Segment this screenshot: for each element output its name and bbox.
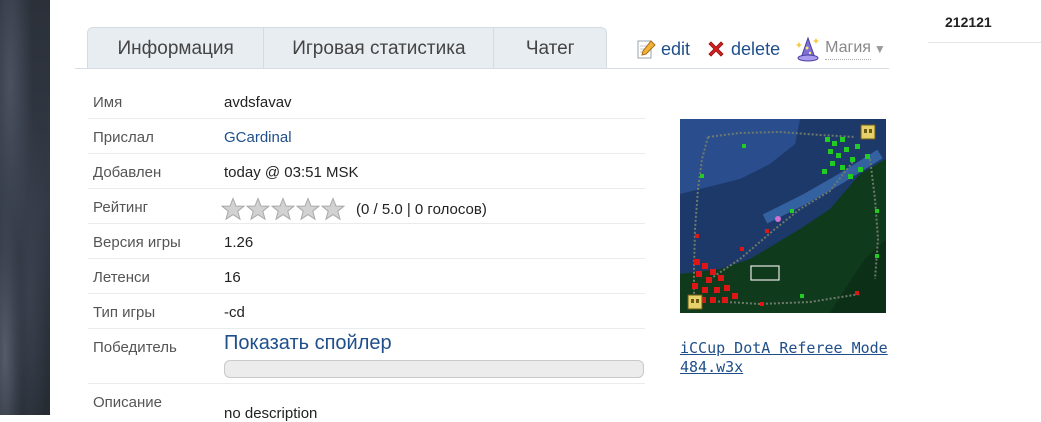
replay-info-table: Имя avdsfavav Прислал GCardinal Добавлен…	[88, 84, 645, 418]
tabs-divider	[75, 68, 889, 69]
tab-information[interactable]: Информация	[87, 27, 265, 68]
user-text: 212121	[945, 14, 992, 30]
delete-label: delete	[731, 38, 781, 59]
rating-label: Рейтинг	[93, 199, 149, 216]
latency-label: Летенси	[93, 269, 150, 286]
info-row-sender: Прислал GCardinal	[88, 119, 645, 154]
info-row-rating: Рейтинг (0 / 5.0 | 0 голосов)	[88, 189, 645, 224]
magic-label: Магия	[825, 39, 871, 60]
user-box: 212121	[928, 0, 1041, 43]
replay-actions: edit delete Магия ▼	[636, 36, 886, 62]
tab-bar: Информация Игровая статистика Чатег	[87, 27, 607, 69]
star-icon[interactable]	[221, 197, 245, 221]
wizard-hat-icon	[796, 36, 820, 62]
rating-stars: (0 / 5.0 | 0 голосов)	[221, 197, 487, 221]
spoiler-content	[224, 360, 644, 378]
tab-chat[interactable]: Чатег	[494, 27, 607, 68]
name-label: Имя	[93, 94, 123, 111]
sender-link[interactable]: GCardinal	[224, 129, 292, 146]
info-row-version: Версия игры 1.26	[88, 224, 645, 259]
red-x-icon	[708, 41, 724, 57]
scourge-base-icon	[687, 294, 703, 310]
star-icon[interactable]	[296, 197, 320, 221]
version-label: Версия игры	[93, 234, 181, 251]
game-type-label: Тип игры	[93, 304, 156, 321]
sender-label: Прислал	[93, 129, 154, 146]
info-row-name: Имя avdsfavav	[88, 84, 645, 119]
rating-value: (0 / 5.0 | 0 голосов)	[356, 200, 487, 218]
tab-game-statistics[interactable]: Игровая статистика	[264, 27, 495, 68]
pencil-page-icon	[637, 40, 656, 59]
added-label: Добавлен	[93, 164, 162, 181]
chevron-down-icon: ▼	[873, 42, 886, 56]
minimap-image	[680, 119, 886, 313]
game-type-value: -cd	[224, 304, 245, 321]
added-value: today @ 03:51 MSK	[224, 164, 359, 181]
latency-value: 16	[224, 269, 241, 286]
description-value: no description	[224, 405, 318, 422]
info-row-latency: Летенси 16	[88, 259, 645, 294]
description-label: Описание	[93, 394, 163, 411]
star-icon[interactable]	[321, 197, 345, 221]
edit-label: edit	[661, 38, 691, 59]
name-value: avdsfavav	[224, 94, 292, 111]
edit-button[interactable]: edit	[636, 38, 690, 60]
info-row-game-type: Тип игры -cd	[88, 294, 645, 329]
delete-button[interactable]: delete	[706, 39, 780, 60]
info-row-winner: Победитель Показать спойлер	[88, 329, 645, 384]
magic-dropdown[interactable]: Магия ▼	[796, 36, 886, 62]
show-spoiler-button[interactable]: Показать спойлер	[224, 332, 392, 355]
sentinel-base-icon	[860, 124, 876, 140]
info-row-description: Описание	[88, 384, 645, 418]
star-icon[interactable]	[246, 197, 270, 221]
star-icon[interactable]	[271, 197, 295, 221]
background-side-panel	[0, 0, 50, 415]
info-row-added: Добавлен today @ 03:51 MSK	[88, 154, 645, 189]
winner-label: Победитель	[93, 339, 177, 356]
map-file-link[interactable]: iCCup DotA Referee Mode 484.w3x	[680, 339, 900, 377]
version-value: 1.26	[224, 234, 254, 251]
